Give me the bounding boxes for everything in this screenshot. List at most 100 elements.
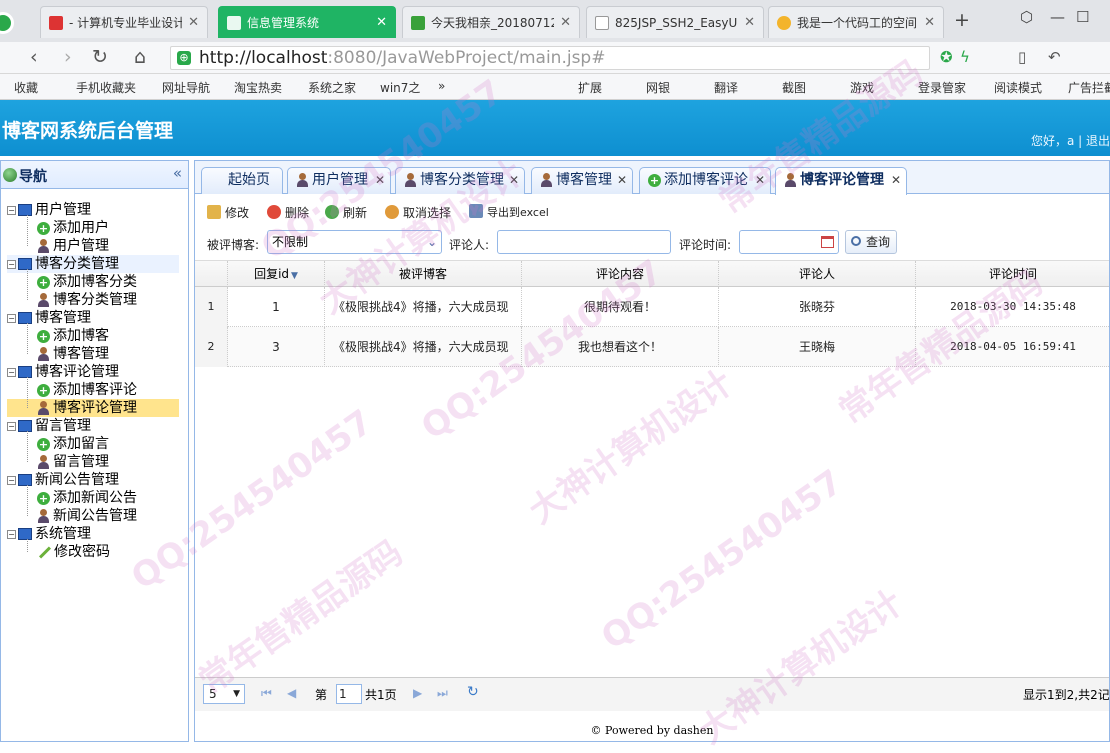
export-excel-button[interactable]: 导出到excel xyxy=(469,204,549,220)
sidebar-item[interactable]: 博客管理 xyxy=(37,345,109,363)
sidebar-item[interactable]: + 添加用户 xyxy=(37,219,109,237)
close-icon[interactable]: ✕ xyxy=(375,168,385,193)
bookmark-item[interactable]: 游戏 xyxy=(850,79,874,96)
column-header-blog[interactable]: 被评博客 xyxy=(325,261,522,287)
skin-icon[interactable]: ⬡ xyxy=(1020,8,1033,26)
next-page-icon[interactable]: ▶ xyxy=(413,686,422,700)
sidebar-item[interactable]: 修改密码 xyxy=(37,543,110,561)
bookmark-item[interactable]: 广告拦截 xyxy=(1068,79,1110,96)
sidebar-item[interactable]: 新闻公告管理 xyxy=(37,507,137,525)
bookmark-item[interactable]: 登录管家 xyxy=(918,79,966,96)
last-page-icon[interactable]: ⏭ xyxy=(437,686,448,701)
calendar-icon[interactable] xyxy=(821,236,834,248)
sidebar-group[interactable]: − 新闻公告管理 xyxy=(7,471,179,489)
deselect-button[interactable]: 取消选择 xyxy=(385,204,451,221)
refresh-button[interactable]: 刷新 xyxy=(325,204,367,221)
first-page-icon[interactable]: ⏮ xyxy=(261,686,272,701)
forward-icon[interactable]: › xyxy=(64,46,72,68)
close-icon[interactable]: ✕ xyxy=(376,15,387,30)
browser-tab-3[interactable]: 今天我相亲_20180712 ✕ xyxy=(402,6,580,38)
bookmark-item[interactable]: 收藏 xyxy=(14,79,38,96)
bookmark-item[interactable]: 翻译 xyxy=(714,79,738,96)
sidebar-item[interactable]: + 添加留言 xyxy=(37,435,109,453)
sidebar-item[interactable]: + 添加博客 xyxy=(37,327,109,345)
close-icon[interactable]: ✕ xyxy=(755,168,765,193)
collapse-toggle-icon[interactable]: − xyxy=(7,421,16,431)
close-icon[interactable]: ✕ xyxy=(924,15,935,30)
sidebar-group[interactable]: − 留言管理 xyxy=(7,417,179,435)
speed-icon[interactable]: ✪ xyxy=(940,46,953,68)
sidebar-item[interactable]: 博客分类管理 xyxy=(37,291,137,309)
sidebar-group[interactable]: − 系统管理 xyxy=(7,525,179,543)
collapse-toggle-icon[interactable]: − xyxy=(7,475,16,485)
welcome-logout[interactable]: 您好，a | 退出 xyxy=(1031,132,1110,149)
sidebar-group[interactable]: − 博客分类管理 xyxy=(7,255,179,273)
home-icon[interactable]: ⌂ xyxy=(134,46,146,68)
tab-user-manage[interactable]: 用户管理 ✕ xyxy=(287,167,391,194)
bookmark-item[interactable]: 截图 xyxy=(782,79,806,96)
column-header-id[interactable]: 回复id ▼ xyxy=(228,261,325,287)
page-number-input[interactable]: 1 xyxy=(336,684,362,704)
collapse-toggle-icon[interactable]: − xyxy=(7,259,16,269)
bookmark-item[interactable]: 网址导航 xyxy=(162,79,210,96)
collapse-toggle-icon[interactable]: − xyxy=(7,313,16,323)
bookmark-more[interactable]: » xyxy=(438,79,445,93)
sidebar-item[interactable]: + 添加博客评论 xyxy=(37,381,137,399)
sidebar-item[interactable]: 留言管理 xyxy=(37,453,109,471)
collapse-icon[interactable]: « xyxy=(173,164,182,182)
tab-blog-manage[interactable]: 博客管理 ✕ xyxy=(531,167,633,194)
bookmark-item[interactable]: 网银 xyxy=(646,79,670,96)
flash-icon[interactable]: ϟ xyxy=(960,46,970,68)
tab-home[interactable]: 起始页 xyxy=(201,167,283,194)
close-icon[interactable]: ✕ xyxy=(617,168,627,193)
table-row[interactable]: 1 1 《极限挑战4》将播，六大成员现 很期待观看！ 张晓芬 2018-03-3… xyxy=(195,287,1109,327)
sidebar-item[interactable]: 用户管理 xyxy=(37,237,109,255)
close-icon[interactable]: ✕ xyxy=(188,15,199,30)
sidebar-item[interactable]: + 添加博客分类 xyxy=(37,273,137,291)
new-tab-button[interactable]: + xyxy=(954,9,970,31)
column-header-time[interactable]: 评论时间 xyxy=(916,261,1109,287)
close-icon[interactable]: ✕ xyxy=(891,168,901,193)
close-icon[interactable]: ✕ xyxy=(744,15,755,30)
browser-tab-2[interactable]: 信息管理系统 ✕ xyxy=(218,6,396,38)
minimize-icon[interactable]: — xyxy=(1050,8,1065,26)
sidebar-item[interactable]: 博客评论管理 xyxy=(7,399,179,417)
bookmark-item[interactable]: 阅读模式 xyxy=(994,79,1042,96)
phone-icon[interactable]: ▯ xyxy=(1018,46,1026,68)
sidebar-item[interactable]: + 添加新闻公告 xyxy=(37,489,137,507)
collapse-toggle-icon[interactable]: − xyxy=(7,529,16,539)
bookmark-item[interactable]: 系统之家 xyxy=(308,79,356,96)
table-row[interactable]: 2 3 《极限挑战4》将播，六大成员现 我也想看这个！ 王晓梅 2018-04-… xyxy=(195,327,1109,367)
reload-icon[interactable]: ↻ xyxy=(92,46,108,68)
bookmark-item[interactable]: win7之 xyxy=(380,79,420,96)
tab-add-blog-comment[interactable]: + 添加博客评论 ✕ xyxy=(639,167,771,194)
bookmark-item[interactable]: 扩展 xyxy=(578,79,602,96)
delete-button[interactable]: 删除 xyxy=(267,204,309,221)
tab-blog-category-manage[interactable]: 博客分类管理 ✕ xyxy=(395,167,525,194)
comment-time-input[interactable] xyxy=(739,230,839,254)
sidebar-group[interactable]: − 用户管理 xyxy=(7,201,179,219)
undo-icon[interactable]: ↶ xyxy=(1048,46,1061,68)
bookmark-item[interactable]: 手机收藏夹 xyxy=(76,79,136,96)
browser-tab-5[interactable]: 我是一个代码工的空间 ✕ xyxy=(768,6,944,38)
browser-tab-1[interactable]: - 计算机专业毕业设计 ✕ xyxy=(40,6,208,38)
blog-filter-select[interactable]: 不限制 ⌄ xyxy=(267,230,442,254)
close-icon[interactable]: ✕ xyxy=(509,168,519,193)
column-header-content[interactable]: 评论内容 xyxy=(522,261,719,287)
back-icon[interactable]: ‹ xyxy=(30,46,38,68)
page-size-select[interactable]: 5 ▼ xyxy=(203,684,245,704)
edit-button[interactable]: 修改 xyxy=(207,204,249,221)
sidebar-group[interactable]: − 博客管理 xyxy=(7,309,179,327)
commenter-input[interactable] xyxy=(497,230,671,254)
close-icon[interactable]: ✕ xyxy=(560,15,571,30)
query-button[interactable]: 查询 xyxy=(845,230,897,254)
maximize-icon[interactable]: ☐ xyxy=(1076,8,1089,26)
url-input[interactable]: ⊕ http://localhost:8080/JavaWebProject/ma… xyxy=(170,46,930,70)
tab-blog-comment-manage[interactable]: 博客评论管理 ✕ xyxy=(775,167,907,195)
sidebar-group[interactable]: − 博客评论管理 xyxy=(7,363,179,381)
collapse-toggle-icon[interactable]: − xyxy=(7,367,16,377)
prev-page-icon[interactable]: ◀ xyxy=(287,686,296,700)
browser-tab-4[interactable]: 825JSP_SSH2_EasyUI ✕ xyxy=(586,6,764,38)
reload-page-icon[interactable]: ↻ xyxy=(467,684,479,700)
column-header-user[interactable]: 评论人 xyxy=(719,261,916,287)
